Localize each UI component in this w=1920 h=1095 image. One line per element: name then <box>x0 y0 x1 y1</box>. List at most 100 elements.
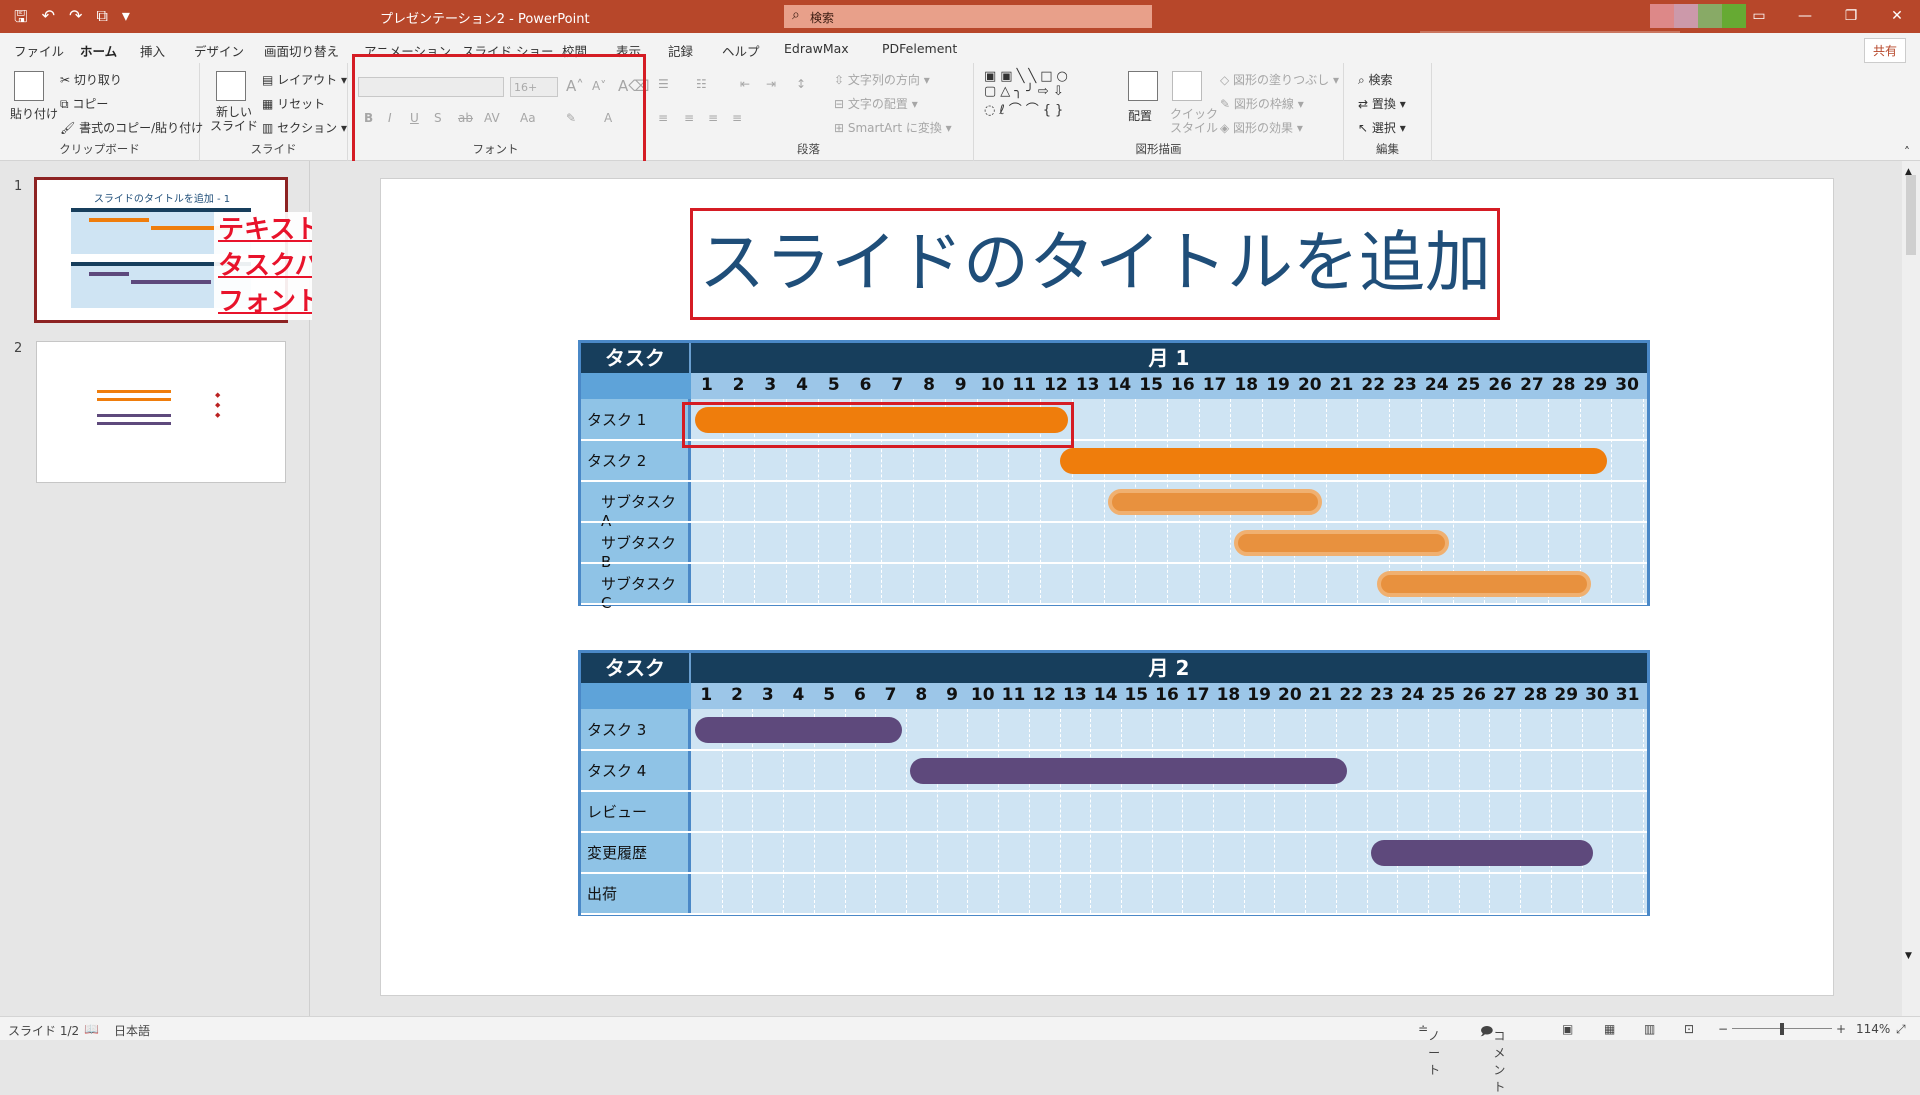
scroll-thumb[interactable] <box>1906 175 1916 255</box>
tab-file[interactable]: ファイル <box>14 41 64 60</box>
task-row-label[interactable]: サブタスク A <box>601 491 688 530</box>
task-row-label[interactable]: タスク 4 <box>587 760 646 781</box>
align-center-icon[interactable]: ≡ <box>684 111 694 125</box>
reading-view-icon[interactable]: ▥ <box>1644 1022 1655 1036</box>
task-bar[interactable] <box>695 717 902 743</box>
task-row-label[interactable]: タスク 3 <box>587 719 646 740</box>
shape-effects-button[interactable]: ◈ 図形の効果 ▾ <box>1220 119 1303 136</box>
section-button[interactable]: ▥ セクション ▾ <box>262 119 347 136</box>
restore-icon[interactable]: ❐ <box>1828 0 1874 33</box>
text-direction-button[interactable]: ⇳ 文字列の方向 ▾ <box>834 71 930 88</box>
format-painter-button[interactable]: 🖌 書式のコピー/貼り付け <box>60 119 203 136</box>
scroll-down-icon[interactable]: ▼ <box>1905 951 1912 961</box>
task-bar[interactable] <box>1059 448 1608 474</box>
arrange-button[interactable]: 配置 <box>1128 107 1152 124</box>
align-left-icon[interactable]: ≡ <box>658 111 668 125</box>
share-button[interactable]: 共有 <box>1863 38 1906 63</box>
day-number: 11 <box>1001 685 1026 705</box>
normal-view-icon[interactable]: ▣ <box>1562 1022 1573 1036</box>
search-box[interactable]: ⌕ 検索 <box>784 5 1152 28</box>
select-button[interactable]: ↖ 選択 ▾ <box>1358 119 1406 136</box>
find-button[interactable]: ⌕ 検索 <box>1358 71 1393 88</box>
zoom-level[interactable]: 114% <box>1856 1022 1890 1036</box>
notes-button[interactable]: ≐ ノート <box>1418 1022 1440 1077</box>
bullets-icon[interactable]: ☰ <box>658 77 669 91</box>
arrange-icon[interactable] <box>1128 71 1158 101</box>
grid-column-line <box>1090 709 1092 913</box>
zoom-slider-thumb[interactable] <box>1780 1023 1784 1035</box>
close-icon[interactable]: ✕ <box>1874 0 1920 33</box>
slide-title[interactable]: スライドのタイトルを追加 - 1 <box>690 208 1500 405</box>
language-indicator[interactable]: 日本語 <box>114 1022 150 1039</box>
task-row-label[interactable]: タスク 2 <box>587 450 646 471</box>
layout-button[interactable]: ▤ レイアウト ▾ <box>262 71 347 88</box>
shapes-gallery[interactable]: ▣▣╲╲□○ ▢△╮╯⇨⇩ ◌ℓ⌒⌒{} <box>984 69 1072 118</box>
task-bar[interactable] <box>1370 840 1593 866</box>
cut-button[interactable]: ✂ 切り取り <box>60 71 122 88</box>
align-right-icon[interactable]: ≡ <box>708 111 718 125</box>
tab-edrawmax[interactable]: EdrawMax <box>784 41 849 56</box>
quick-styles-icon[interactable] <box>1172 71 1202 101</box>
replace-button[interactable]: ⇄ 置換 ▾ <box>1358 95 1406 112</box>
save-icon[interactable]: 🖫 <box>14 6 28 33</box>
align-text-label: 文字の配置 <box>847 97 908 111</box>
tab-record[interactable]: 記録 <box>668 41 693 60</box>
task-row-label[interactable]: サブタスク C <box>601 573 688 612</box>
gantt-chart-month-1[interactable]: タスク 月 1 1 2 3 4 5 6 7 8 9 10 11 12 13 14 15 16 17 18 19 20 2… <box>578 340 1650 612</box>
gantt-chart-month-2[interactable]: タスク 月 2 1 2 3 4 5 6 7 8 9 10 11 12 13 14 15 16 17 18 19 20 2… <box>578 650 1650 916</box>
smartart-label: SmartArt に変換 <box>847 121 942 135</box>
task-bar[interactable] <box>909 758 1348 784</box>
day-number: 7 <box>884 685 897 705</box>
tab-transitions[interactable]: 画面切り替え <box>264 41 339 60</box>
grid-column-line <box>1103 399 1105 603</box>
quick-styles-button[interactable]: クイック スタイル <box>1170 107 1218 135</box>
spellcheck-icon[interactable]: 📖 <box>84 1022 99 1036</box>
redo-icon[interactable]: ↷ <box>69 6 82 33</box>
tab-design[interactable]: デザイン <box>194 41 244 60</box>
grid-column-line <box>1643 709 1644 913</box>
minimize-icon[interactable]: — <box>1782 0 1828 33</box>
smartart-button[interactable]: ⊞ SmartArt に変換 ▾ <box>834 119 952 136</box>
task-row-label[interactable]: タスク 1 <box>587 409 646 430</box>
undo-icon[interactable]: ↶ <box>42 6 55 33</box>
align-text-button[interactable]: ⊟ 文字の配置 ▾ <box>834 95 918 112</box>
tab-help[interactable]: ヘルプ <box>722 41 760 60</box>
tab-home[interactable]: ホーム <box>77 41 120 66</box>
reset-button[interactable]: ▦ リセット <box>262 95 325 112</box>
ribbon-display-icon[interactable]: ▭ <box>1736 0 1782 33</box>
task-row-label[interactable]: レビュー <box>587 801 647 822</box>
customize-qat-icon[interactable]: ▾ <box>122 6 130 33</box>
task-row-label[interactable]: 変更履歴 <box>587 842 647 863</box>
zoom-in-icon[interactable]: + <box>1836 1022 1846 1036</box>
slide-sorter-icon[interactable]: ▦ <box>1604 1022 1615 1036</box>
task-bar[interactable] <box>1377 571 1592 597</box>
present-icon[interactable]: ⧉ <box>96 6 107 33</box>
fit-slide-icon[interactable]: ⤢ <box>1896 1022 1906 1037</box>
shape-fill-button[interactable]: ◇ 図形の塗りつぶし ▾ <box>1220 71 1339 88</box>
slideshow-view-icon[interactable]: ⊡ <box>1684 1022 1694 1036</box>
cut-label: 切り取り <box>73 73 122 87</box>
task-row-label[interactable]: サブタスク B <box>601 532 688 571</box>
copy-button[interactable]: ⧉ コピー <box>60 95 108 112</box>
task-bar[interactable] <box>1234 530 1449 556</box>
task-row-label[interactable]: 出荷 <box>587 883 617 904</box>
justify-icon[interactable]: ≡ <box>732 111 742 125</box>
numbering-icon[interactable]: ☷ <box>696 77 707 91</box>
task-bar[interactable] <box>1107 489 1322 515</box>
tab-pdfelement[interactable]: PDFelement <box>882 41 957 56</box>
new-slide-button[interactable]: 新しい スライド <box>210 105 258 133</box>
vertical-scrollbar[interactable]: ▲ ▼ <box>1902 161 1920 1016</box>
increase-indent-icon[interactable]: ⇥ <box>766 77 776 91</box>
slide-thumbnail-2[interactable]: ◆ ◆ ◆ <box>36 341 286 483</box>
collapse-ribbon-icon[interactable]: ˄ <box>1904 145 1910 159</box>
paste-icon[interactable] <box>14 71 44 101</box>
decrease-indent-icon[interactable]: ⇤ <box>740 77 750 91</box>
tab-insert[interactable]: 挿入 <box>140 41 165 60</box>
day-number: 17 <box>1185 685 1210 705</box>
zoom-out-icon[interactable]: − <box>1718 1022 1728 1036</box>
line-spacing-icon[interactable]: ↕ <box>796 77 806 91</box>
new-slide-icon[interactable] <box>216 71 246 101</box>
shape-outline-button[interactable]: ✎ 図形の枠線 ▾ <box>1220 95 1304 112</box>
account-avatar[interactable] <box>1650 4 1746 28</box>
paste-button[interactable]: 貼り付け <box>10 105 58 122</box>
